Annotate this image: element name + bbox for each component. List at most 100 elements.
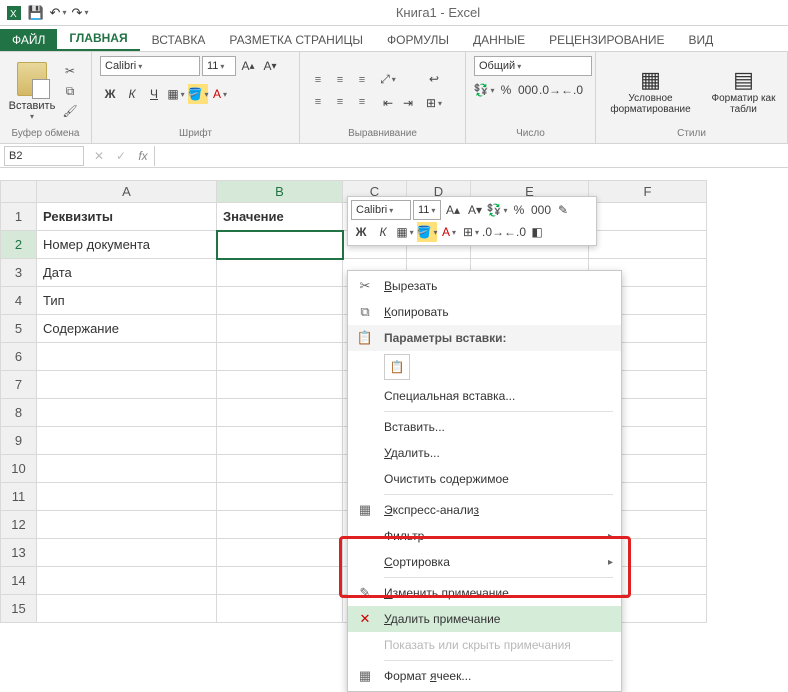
cell[interactable] xyxy=(217,567,343,595)
tab-view[interactable]: ВИД xyxy=(677,29,726,51)
tab-formulas[interactable]: ФОРМУЛЫ xyxy=(375,29,461,51)
format-painter-icon[interactable]: 🖌 xyxy=(60,102,80,120)
align-right-icon[interactable]: ≡ xyxy=(352,92,372,112)
cancel-icon[interactable]: ✕ xyxy=(88,146,110,166)
cell[interactable] xyxy=(37,427,217,455)
row-header[interactable]: 6 xyxy=(1,343,37,371)
cell[interactable] xyxy=(217,399,343,427)
cell[interactable] xyxy=(37,399,217,427)
mini-font-color-icon[interactable]: A xyxy=(439,222,459,242)
cell[interactable] xyxy=(37,371,217,399)
col-header-B[interactable]: B xyxy=(217,181,343,203)
tab-file[interactable]: ФАЙЛ xyxy=(0,29,57,51)
row-header[interactable]: 10 xyxy=(1,455,37,483)
merge-icon[interactable]: ⊞ xyxy=(424,93,444,113)
tab-home[interactable]: ГЛАВНАЯ xyxy=(57,27,139,51)
cell[interactable] xyxy=(217,259,343,287)
number-format-combo[interactable]: Общий xyxy=(474,56,592,76)
mini-decrease-font-icon[interactable]: A▾ xyxy=(465,200,485,220)
row-header[interactable]: 3 xyxy=(1,259,37,287)
cell[interactable]: Содержание xyxy=(37,315,217,343)
formula-input[interactable] xyxy=(154,146,788,166)
row-header[interactable]: 15 xyxy=(1,595,37,623)
row-header[interactable]: 2 xyxy=(1,231,37,259)
menu-filter[interactable]: Фильтр▸ xyxy=(348,523,621,549)
row-header[interactable]: 7 xyxy=(1,371,37,399)
mini-percent-icon[interactable]: % xyxy=(509,200,529,220)
align-middle-icon[interactable]: ≡ xyxy=(330,70,350,90)
undo-icon[interactable]: ↶ xyxy=(48,3,68,23)
col-header-F[interactable]: F xyxy=(589,181,707,203)
mini-font-size[interactable]: 11 xyxy=(413,200,441,220)
increase-indent-icon[interactable]: ⇥ xyxy=(398,93,418,113)
enter-icon[interactable]: ✓ xyxy=(110,146,132,166)
border-button[interactable]: ▦ xyxy=(166,84,186,104)
tab-data[interactable]: ДАННЫЕ xyxy=(461,29,537,51)
font-size-combo[interactable]: 11 xyxy=(202,56,236,76)
underline-button[interactable]: Ч xyxy=(144,84,164,104)
cell[interactable] xyxy=(37,567,217,595)
mini-format-painter-icon[interactable]: ✎ xyxy=(553,200,573,220)
row-header[interactable]: 8 xyxy=(1,399,37,427)
mini-merge-icon[interactable]: ⊞ xyxy=(461,222,481,242)
cell[interactable] xyxy=(217,539,343,567)
cell[interactable] xyxy=(37,539,217,567)
currency-icon[interactable]: 💱 xyxy=(474,80,494,100)
mini-fill-icon[interactable]: 🪣 xyxy=(417,222,437,242)
mini-border-icon[interactable]: ▦ xyxy=(395,222,415,242)
cell[interactable] xyxy=(217,427,343,455)
mini-inc-decimal-icon[interactable]: .0→ xyxy=(483,222,503,242)
mini-bold[interactable]: Ж xyxy=(351,222,371,242)
cell[interactable] xyxy=(217,343,343,371)
menu-format-cells[interactable]: ▦Формат ячеек... xyxy=(348,663,621,689)
format-table-button[interactable]: ▤ Форматир как табли xyxy=(709,67,779,115)
align-top-icon[interactable]: ≡ xyxy=(308,70,328,90)
mini-increase-font-icon[interactable]: A▴ xyxy=(443,200,463,220)
cell[interactable] xyxy=(217,371,343,399)
cell[interactable]: Дата xyxy=(37,259,217,287)
fx-icon[interactable]: fx xyxy=(132,146,154,166)
menu-clear[interactable]: Очистить содержимое xyxy=(348,466,621,492)
decrease-decimal-icon[interactable]: ←.0 xyxy=(562,80,582,100)
mini-italic[interactable]: К xyxy=(373,222,393,242)
mini-dec-decimal-icon[interactable]: ←.0 xyxy=(505,222,525,242)
increase-decimal-icon[interactable]: .0→ xyxy=(540,80,560,100)
tab-review[interactable]: РЕЦЕНЗИРОВАНИЕ xyxy=(537,29,676,51)
cut-icon[interactable]: ✂ xyxy=(60,62,80,80)
cell[interactable] xyxy=(217,315,343,343)
name-box[interactable]: B2 xyxy=(4,146,84,166)
tab-insert[interactable]: ВСТАВКА xyxy=(140,29,218,51)
menu-delete[interactable]: Удалить... xyxy=(348,440,621,466)
decrease-indent-icon[interactable]: ⇤ xyxy=(378,93,398,113)
col-header-A[interactable]: A xyxy=(37,181,217,203)
align-bottom-icon[interactable]: ≡ xyxy=(352,70,372,90)
mini-format-icon[interactable]: ◧ xyxy=(527,222,547,242)
menu-cut[interactable]: ✂Вырезать xyxy=(348,273,621,299)
cell[interactable] xyxy=(37,511,217,539)
italic-button[interactable]: К xyxy=(122,84,142,104)
row-header[interactable]: 14 xyxy=(1,567,37,595)
save-icon[interactable]: 💾 xyxy=(26,3,46,23)
cell[interactable] xyxy=(589,231,707,259)
menu-quick-analysis[interactable]: ▦Экспресс-анализ xyxy=(348,497,621,523)
cell[interactable]: Реквизиты xyxy=(37,203,217,231)
percent-icon[interactable]: % xyxy=(496,80,516,100)
decrease-font-icon[interactable]: A▾ xyxy=(260,56,280,76)
comma-icon[interactable]: 000 xyxy=(518,80,538,100)
menu-sort[interactable]: Сортировка▸ xyxy=(348,549,621,575)
font-color-button[interactable]: A xyxy=(210,84,230,104)
increase-font-icon[interactable]: A▴ xyxy=(238,56,258,76)
menu-paste-special[interactable]: Специальная вставка... xyxy=(348,383,621,409)
row-header[interactable]: 13 xyxy=(1,539,37,567)
cell[interactable] xyxy=(217,483,343,511)
row-header[interactable]: 9 xyxy=(1,427,37,455)
mini-accounting-icon[interactable]: 💱 xyxy=(487,200,507,220)
row-header[interactable]: 12 xyxy=(1,511,37,539)
redo-icon[interactable]: ↷ xyxy=(70,3,90,23)
cell-selected[interactable] xyxy=(217,231,343,259)
mini-font-name[interactable]: Calibri xyxy=(351,200,411,220)
cell[interactable] xyxy=(217,455,343,483)
row-header[interactable]: 4 xyxy=(1,287,37,315)
bold-button[interactable]: Ж xyxy=(100,84,120,104)
wrap-text-icon[interactable]: ↩ xyxy=(424,69,444,89)
